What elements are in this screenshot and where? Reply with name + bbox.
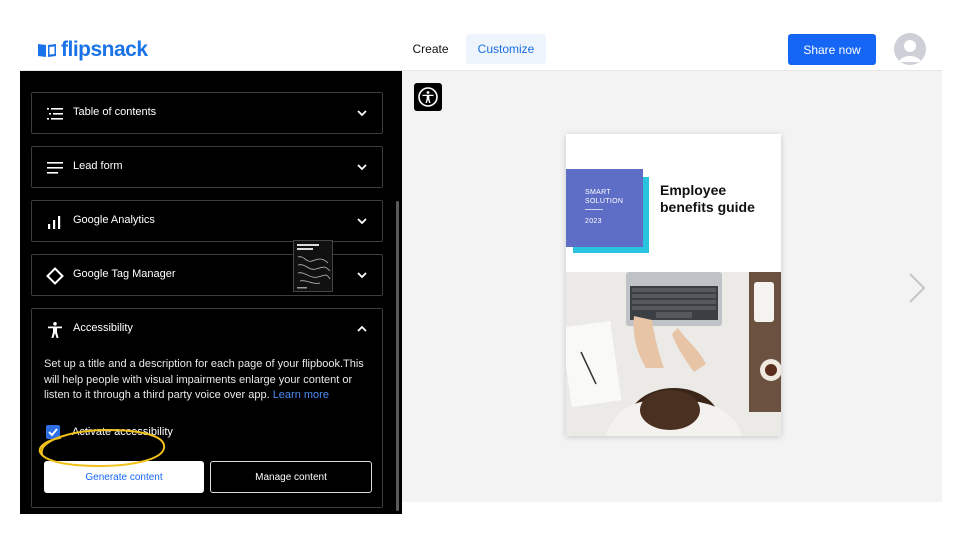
tab-customize[interactable]: Customize [466, 34, 546, 64]
accordion-accessibility: Accessibility Set up a title and a descr… [31, 308, 383, 508]
panel-scrollbar[interactable] [396, 201, 399, 511]
learn-more-link[interactable]: Learn more [273, 389, 329, 401]
drag-thumbnail [293, 240, 333, 292]
accordion-label: Accessibility [73, 322, 133, 334]
cover-title: Employee benefits guide [660, 182, 755, 215]
cover-year: 2023 [585, 218, 602, 225]
lines-icon [47, 162, 63, 174]
accessibility-toggle-button[interactable] [414, 83, 442, 111]
accordion-label: Lead form [73, 160, 123, 172]
bar-chart-icon [48, 216, 61, 229]
manage-content-button[interactable]: Manage content [210, 461, 372, 493]
user-icon [899, 40, 921, 62]
chevron-up-icon[interactable] [356, 323, 368, 335]
generate-content-button[interactable]: Generate content [44, 461, 204, 493]
accessibility-circle-icon [418, 87, 438, 107]
cover-photo [566, 272, 781, 436]
tab-create[interactable]: Create [403, 34, 458, 64]
chevron-down-icon [357, 272, 367, 279]
cover-tag-line2: SOLUTION [585, 198, 624, 205]
chevron-down-icon [357, 164, 367, 171]
accordion-google-analytics[interactable]: Google Analytics [31, 200, 383, 242]
flipsnack-logo-icon [38, 44, 56, 57]
logo-text: flipsnack [61, 38, 148, 61]
flipbook-cover-page[interactable]: SMART SOLUTION 2023 Employee benefits gu… [566, 134, 781, 436]
chevron-down-icon [357, 218, 367, 225]
accessibility-icon [48, 322, 62, 338]
next-page-arrow-icon[interactable] [906, 271, 928, 305]
settings-panel: Table of contents Lead form Google Analy… [20, 71, 402, 514]
diamond-icon [46, 267, 64, 285]
accordion-table-of-contents[interactable]: Table of contents [31, 92, 383, 134]
cover-divider [585, 209, 603, 210]
app-window: flipsnack Create Customize Share now Tab… [20, 29, 942, 514]
cover-accent-purple [566, 169, 643, 247]
accordion-label: Table of contents [73, 106, 157, 118]
cover-tag: SMART SOLUTION [585, 188, 623, 206]
share-now-button[interactable]: Share now [788, 34, 876, 65]
accessibility-description: Set up a title and a description for eac… [44, 357, 369, 404]
list-icon [47, 108, 63, 120]
cover-tag-line1: SMART [585, 189, 611, 196]
preview-footer [402, 502, 942, 514]
chevron-down-icon [357, 110, 367, 117]
activate-accessibility-label: Activate accessibility [72, 426, 173, 438]
activate-accessibility-checkbox[interactable] [46, 425, 60, 439]
checkmark-icon [48, 428, 58, 437]
flipbook-preview: SMART SOLUTION 2023 Employee benefits gu… [402, 71, 942, 502]
desk-photo-illustration [566, 272, 781, 436]
accordion-label: Google Analytics [73, 214, 155, 226]
logo[interactable]: flipsnack [37, 38, 148, 62]
avatar[interactable] [894, 33, 926, 65]
accordion-lead-form[interactable]: Lead form [31, 146, 383, 188]
accordion-label: Google Tag Manager [73, 268, 176, 280]
top-bar: flipsnack Create Customize Share now [20, 29, 942, 71]
thumbnail-pattern [297, 244, 331, 289]
cover-header: SMART SOLUTION 2023 Employee benefits gu… [566, 134, 781, 272]
